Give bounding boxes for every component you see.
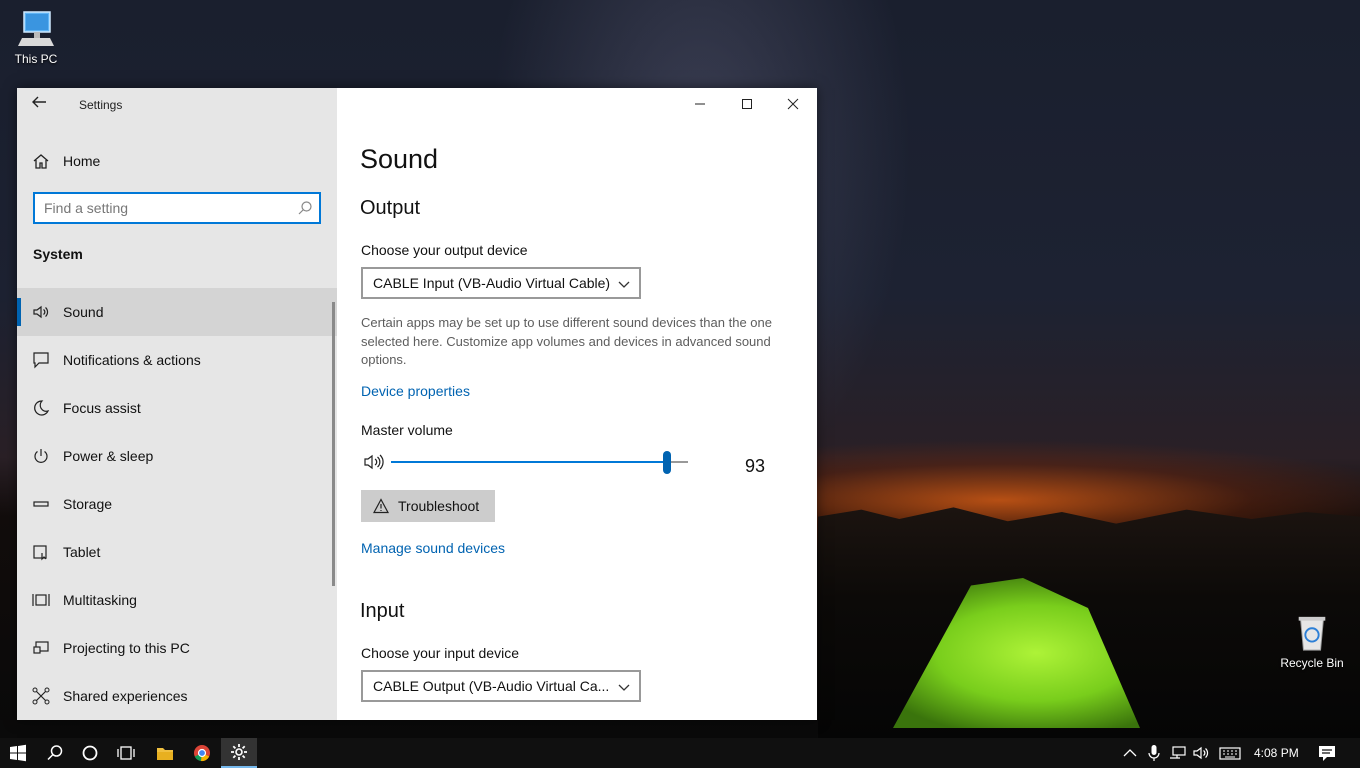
- warning-icon: [373, 498, 389, 514]
- nav-home[interactable]: Home: [17, 137, 337, 185]
- start-button[interactable]: [0, 738, 36, 768]
- settings-taskbar-button[interactable]: [221, 738, 257, 768]
- nav-item-projecting[interactable]: Projecting to this PC: [17, 624, 337, 672]
- master-volume-label: Master volume: [361, 422, 453, 438]
- moon-icon: [17, 399, 63, 417]
- nav-item-label: Tablet: [63, 544, 101, 560]
- chevron-down-icon: [618, 281, 630, 288]
- output-device-dropdown[interactable]: CABLE Input (VB-Audio Virtual Cable): [361, 267, 641, 299]
- troubleshoot-button[interactable]: Troubleshoot: [361, 490, 495, 522]
- windows-logo-icon: [10, 744, 26, 762]
- taskbar: 4:08 PM: [0, 738, 1360, 768]
- desktop-icon-label: Recycle Bin: [1280, 656, 1344, 670]
- settings-window: Settings Home System Sound Notifications…: [17, 88, 817, 720]
- chrome-icon: [194, 745, 210, 762]
- volume-icon[interactable]: [1192, 744, 1210, 762]
- nav-item-shared-experiences[interactable]: Shared experiences: [17, 672, 337, 720]
- chevron-down-icon: [618, 684, 630, 691]
- projector-icon: [17, 639, 63, 657]
- power-icon: [17, 447, 63, 465]
- device-properties-link[interactable]: Device properties: [361, 383, 470, 399]
- close-button[interactable]: [770, 88, 816, 120]
- back-arrow-icon: [32, 96, 46, 108]
- file-explorer-button[interactable]: [147, 738, 183, 768]
- nav-item-storage[interactable]: Storage: [17, 480, 337, 528]
- chrome-button[interactable]: [184, 738, 220, 768]
- volume-slider-thumb[interactable]: [663, 451, 672, 474]
- tablet-icon: [17, 543, 63, 561]
- home-icon: [17, 152, 63, 170]
- volume-value: 93: [745, 456, 766, 476]
- maximize-button[interactable]: [724, 88, 770, 120]
- page-title: Sound: [360, 144, 439, 174]
- minimize-icon: [695, 103, 705, 105]
- nav-item-power-sleep[interactable]: Power & sleep: [17, 432, 337, 480]
- desktop-icon-this-pc[interactable]: This PC: [0, 10, 72, 66]
- search-icon: [47, 745, 63, 761]
- multitasking-icon: [17, 591, 63, 609]
- input-device-value: CABLE Output (VB-Audio Virtual Ca...: [373, 678, 610, 694]
- nav-item-label: Storage: [63, 496, 113, 512]
- storage-icon: [17, 495, 63, 513]
- computer-icon: [18, 11, 54, 46]
- nav-item-label: Shared experiences: [63, 688, 188, 704]
- shared-icon: [17, 687, 63, 705]
- gear-icon: [231, 744, 247, 760]
- task-view-button[interactable]: [108, 738, 144, 768]
- nav-scrollbar[interactable]: [332, 302, 335, 586]
- minimize-button[interactable]: [677, 88, 723, 120]
- nav-item-notifications[interactable]: Notifications & actions: [17, 336, 337, 384]
- nav-item-tablet[interactable]: Tablet: [17, 528, 337, 576]
- nav-item-multitasking[interactable]: Multitasking: [17, 576, 337, 624]
- task-view-icon: [117, 746, 135, 760]
- notification-icon: [17, 351, 63, 369]
- output-device-label: Choose your output device: [361, 242, 528, 258]
- folder-icon: [157, 748, 173, 760]
- settings-content-pane: Sound Output Choose your output device C…: [337, 88, 817, 720]
- app-title: Settings: [79, 98, 123, 112]
- nav-item-focus-assist[interactable]: Focus assist: [17, 384, 337, 432]
- nav-section-label: System: [33, 246, 83, 262]
- nav-home-label: Home: [63, 153, 101, 169]
- nav-item-label: Focus assist: [63, 400, 141, 416]
- nav-item-label: Power & sleep: [63, 448, 154, 464]
- search-taskbar-button[interactable]: [37, 738, 73, 768]
- settings-nav-pane: Settings Home System Sound Notifications…: [17, 88, 337, 720]
- cortana-icon: [82, 745, 98, 761]
- nav-item-label: Notifications & actions: [63, 352, 201, 368]
- volume-slider-fill: [391, 461, 668, 463]
- action-center-icon[interactable]: [1318, 744, 1336, 762]
- chevron-up-icon[interactable]: [1121, 744, 1139, 762]
- desktop-icon-recycle-bin[interactable]: Recycle Bin: [1276, 614, 1348, 670]
- nav-item-label: Projecting to this PC: [63, 640, 190, 656]
- output-help-text: Certain apps may be set up to use differ…: [361, 315, 772, 367]
- network-icon[interactable]: [1169, 744, 1187, 762]
- nav-item-label: Multitasking: [63, 592, 137, 608]
- recycle-bin-icon: [1298, 616, 1326, 651]
- search-field[interactable]: [33, 192, 321, 224]
- input-device-dropdown[interactable]: CABLE Output (VB-Audio Virtual Ca...: [361, 670, 641, 702]
- output-heading: Output: [360, 197, 421, 219]
- nav-item-label: Sound: [63, 304, 104, 320]
- troubleshoot-label: Troubleshoot: [398, 498, 480, 514]
- cortana-button[interactable]: [72, 738, 108, 768]
- speaker-volume-icon[interactable]: [363, 453, 385, 471]
- speaker-icon: [17, 303, 63, 321]
- microphone-icon[interactable]: [1145, 744, 1163, 762]
- desktop-icon-label: This PC: [14, 52, 58, 66]
- nav-item-sound[interactable]: Sound: [17, 288, 337, 336]
- maximize-icon: [742, 99, 752, 109]
- back-button[interactable]: [31, 94, 51, 114]
- input-heading: Input: [360, 600, 405, 622]
- close-icon: [787, 98, 799, 110]
- keyboard-icon[interactable]: [1219, 744, 1241, 762]
- input-device-label: Choose your input device: [361, 645, 519, 661]
- output-device-value: CABLE Input (VB-Audio Virtual Cable): [373, 275, 611, 291]
- taskbar-clock[interactable]: 4:08 PM: [1254, 746, 1299, 760]
- manage-sound-devices-link[interactable]: Manage sound devices: [361, 540, 505, 556]
- search-icon: [298, 201, 312, 215]
- search-input[interactable]: [35, 194, 285, 222]
- master-volume-slider[interactable]: [391, 461, 688, 463]
